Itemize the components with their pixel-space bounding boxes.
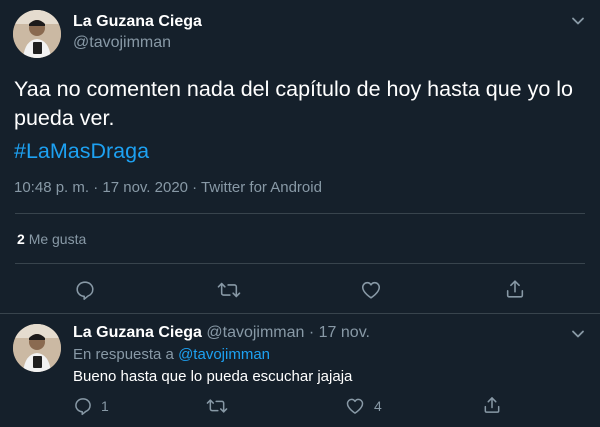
- retweet-icon[interactable]: [206, 396, 228, 416]
- avatar[interactable]: [13, 10, 61, 58]
- author-handle[interactable]: @tavojimman: [206, 324, 304, 341]
- avatar-image: [13, 10, 61, 58]
- author-name[interactable]: La Guzana Ciega: [73, 13, 202, 31]
- likes-count: 2: [17, 231, 25, 247]
- share-icon[interactable]: [504, 278, 526, 300]
- author-name[interactable]: La Guzana Ciega: [73, 324, 202, 341]
- likes-summary[interactable]: 2 Me gusta: [17, 231, 86, 247]
- reply-text: Bueno hasta que lo pueda escuchar jajaja: [73, 368, 353, 385]
- reply-count: 1: [101, 398, 109, 414]
- reply-icon[interactable]: [73, 396, 93, 416]
- divider: [15, 263, 585, 264]
- reply-header: La Guzana Ciega @tavojimman · 17 nov.: [73, 324, 370, 342]
- like-count: 4: [374, 398, 382, 414]
- replying-to-link[interactable]: @tavojimman: [178, 346, 270, 363]
- replying-prefix: En respuesta a: [73, 346, 174, 363]
- reply-date[interactable]: 17 nov.: [319, 324, 370, 341]
- heart-icon[interactable]: [345, 396, 365, 416]
- avatar-image: [13, 324, 61, 372]
- likes-label: Me gusta: [28, 231, 87, 247]
- reply-icon[interactable]: [74, 279, 96, 301]
- heart-icon[interactable]: [360, 279, 382, 301]
- chevron-down-icon[interactable]: [571, 327, 585, 341]
- divider: [15, 213, 585, 214]
- share-icon[interactable]: [482, 395, 502, 415]
- separator: ·: [308, 324, 315, 341]
- divider: [0, 313, 600, 314]
- replying-to: En respuesta a @tavojimman: [73, 346, 270, 363]
- hashtag-link[interactable]: #LaMasDraga: [14, 137, 149, 166]
- author-handle[interactable]: @tavojimman: [73, 34, 171, 52]
- avatar[interactable]: [13, 324, 61, 372]
- tweet-timestamp[interactable]: 10:48 p. m. · 17 nov. 2020 · Twitter for…: [14, 179, 322, 196]
- tweet-text: Yaa no comenten nada del capítulo de hoy…: [14, 77, 574, 130]
- retweet-icon[interactable]: [217, 279, 241, 301]
- chevron-down-icon[interactable]: [571, 14, 585, 28]
